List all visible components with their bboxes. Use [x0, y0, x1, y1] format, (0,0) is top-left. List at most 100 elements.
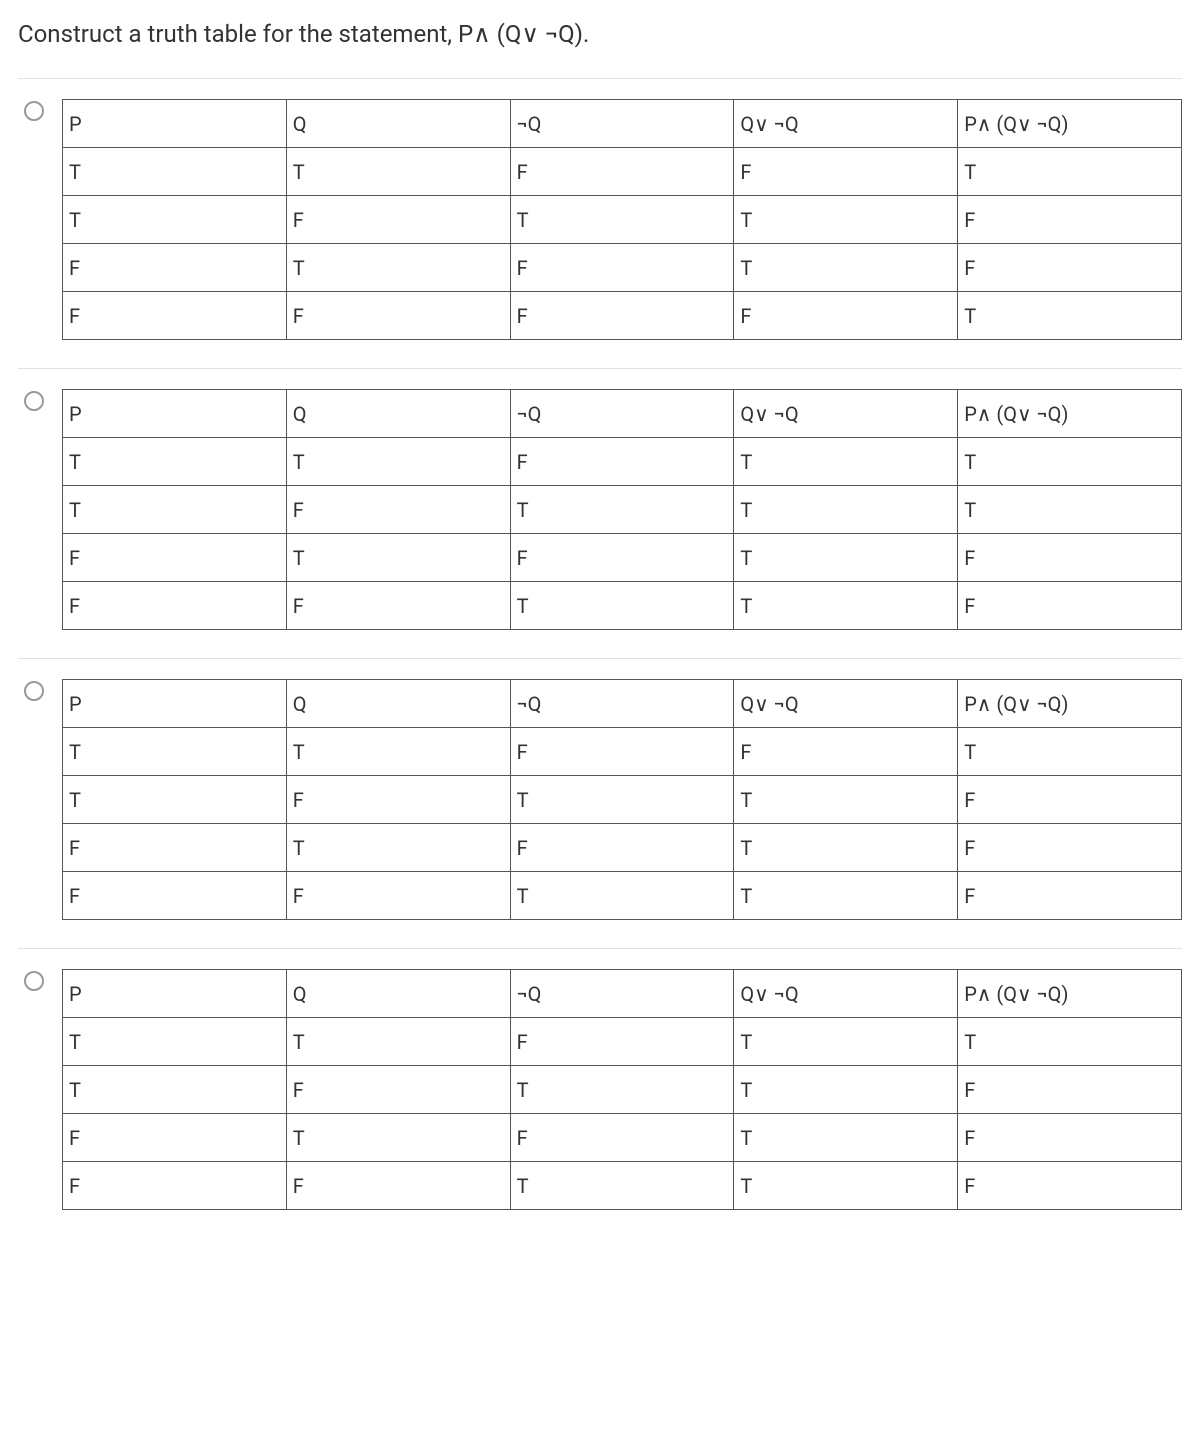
table-cell: T [286, 1018, 510, 1066]
table-cell: F [958, 582, 1182, 630]
table-header-cell: P∧ (Q∨ ¬Q) [958, 100, 1182, 148]
table-cell: T [734, 244, 958, 292]
table-cell: T [63, 728, 287, 776]
table-cell: T [734, 582, 958, 630]
option-1: PQ¬QQ∨ ¬QP∧ (Q∨ ¬Q)TTFFTTFTTFFTFTFFFFFT [18, 79, 1182, 369]
option-2: PQ¬QQ∨ ¬QP∧ (Q∨ ¬Q)TTFTTTFTTTFTFTFFFTTF [18, 369, 1182, 659]
table-cell: T [286, 244, 510, 292]
table-cell: F [958, 824, 1182, 872]
table-row: TTFFT [63, 728, 1182, 776]
table-row: FFTTF [63, 872, 1182, 920]
table-row: TFTTF [63, 196, 1182, 244]
table-header-cell: Q [286, 100, 510, 148]
table-row: FFFFT [63, 292, 1182, 340]
table-row: TTFTT [63, 438, 1182, 486]
table-cell: T [63, 486, 287, 534]
table-cell: F [510, 824, 734, 872]
table-cell: F [510, 438, 734, 486]
table-cell: T [63, 776, 287, 824]
table-cell: F [734, 728, 958, 776]
table-cell: F [63, 1162, 287, 1210]
table-cell: T [734, 196, 958, 244]
table-cell: T [958, 438, 1182, 486]
truth-table-2: PQ¬QQ∨ ¬QP∧ (Q∨ ¬Q)TTFTTTFTTTFTFTFFFTTF [62, 389, 1182, 630]
table-header-cell: P [63, 680, 287, 728]
option-4-radio[interactable] [24, 971, 44, 991]
table-header-cell: P [63, 100, 287, 148]
table-header-row: PQ¬QQ∨ ¬QP∧ (Q∨ ¬Q) [63, 100, 1182, 148]
table-cell: T [734, 1114, 958, 1162]
table-header-cell: Q∨ ¬Q [734, 970, 958, 1018]
table-cell: T [734, 486, 958, 534]
table-cell: T [286, 148, 510, 196]
table-cell: T [286, 728, 510, 776]
table-cell: T [510, 486, 734, 534]
table-header-cell: ¬Q [510, 680, 734, 728]
table-cell: F [958, 872, 1182, 920]
table-cell: T [63, 1018, 287, 1066]
truth-table-4: PQ¬QQ∨ ¬QP∧ (Q∨ ¬Q)TTFTTTFTTFFTFTFFFTTF [62, 969, 1182, 1210]
table-cell: F [63, 824, 287, 872]
table-cell: F [63, 582, 287, 630]
table-cell: F [958, 196, 1182, 244]
table-cell: F [63, 872, 287, 920]
table-cell: T [958, 292, 1182, 340]
table-row: FTFTF [63, 824, 1182, 872]
truth-table-3: PQ¬QQ∨ ¬QP∧ (Q∨ ¬Q)TTFFTTFTTFFTFTFFFTTF [62, 679, 1182, 920]
table-cell: F [286, 776, 510, 824]
table-cell: F [286, 872, 510, 920]
table-header-cell: P [63, 970, 287, 1018]
table-cell: T [63, 1066, 287, 1114]
table-cell: F [510, 534, 734, 582]
table-cell: F [63, 292, 287, 340]
option-3-radio[interactable] [24, 681, 44, 701]
table-row: TTFFT [63, 148, 1182, 196]
table-cell: T [286, 438, 510, 486]
table-cell: F [510, 1018, 734, 1066]
table-header-cell: ¬Q [510, 100, 734, 148]
table-cell: T [734, 534, 958, 582]
table-cell: F [510, 1114, 734, 1162]
table-row: TTFTT [63, 1018, 1182, 1066]
table-cell: T [286, 1114, 510, 1162]
table-cell: T [63, 148, 287, 196]
table-row: TFTTT [63, 486, 1182, 534]
table-cell: F [63, 534, 287, 582]
table-cell: T [734, 1162, 958, 1210]
table-cell: F [286, 196, 510, 244]
table-cell: T [958, 486, 1182, 534]
table-cell: T [958, 148, 1182, 196]
table-cell: F [510, 244, 734, 292]
option-2-radio[interactable] [24, 391, 44, 411]
table-cell: F [63, 244, 287, 292]
table-cell: T [734, 776, 958, 824]
table-cell: F [734, 148, 958, 196]
table-header-row: PQ¬QQ∨ ¬QP∧ (Q∨ ¬Q) [63, 680, 1182, 728]
table-cell: F [958, 1162, 1182, 1210]
question-text: Construct a truth table for the statemen… [18, 20, 1182, 48]
table-cell: T [734, 438, 958, 486]
table-cell: T [958, 1018, 1182, 1066]
table-cell: T [734, 872, 958, 920]
table-cell: F [286, 1162, 510, 1210]
table-row: TFTTF [63, 1066, 1182, 1114]
truth-table-1: PQ¬QQ∨ ¬QP∧ (Q∨ ¬Q)TTFFTTFTTFFTFTFFFFFT [62, 99, 1182, 340]
table-cell: T [734, 824, 958, 872]
table-cell: F [958, 534, 1182, 582]
option-1-radio[interactable] [24, 101, 44, 121]
option-4: PQ¬QQ∨ ¬QP∧ (Q∨ ¬Q)TTFTTTFTTFFTFTFFFTTF [18, 949, 1182, 1238]
table-cell: T [510, 582, 734, 630]
table-header-cell: Q∨ ¬Q [734, 680, 958, 728]
table-cell: F [510, 728, 734, 776]
option-3: PQ¬QQ∨ ¬QP∧ (Q∨ ¬Q)TTFFTTFTTFFTFTFFFTTF [18, 659, 1182, 949]
table-cell: F [510, 148, 734, 196]
table-header-cell: Q [286, 390, 510, 438]
table-cell: T [734, 1018, 958, 1066]
table-cell: T [63, 196, 287, 244]
table-header-cell: P [63, 390, 287, 438]
table-cell: F [958, 1114, 1182, 1162]
table-header-cell: Q [286, 970, 510, 1018]
table-header-cell: P∧ (Q∨ ¬Q) [958, 680, 1182, 728]
table-cell: F [958, 1066, 1182, 1114]
table-cell: F [510, 292, 734, 340]
